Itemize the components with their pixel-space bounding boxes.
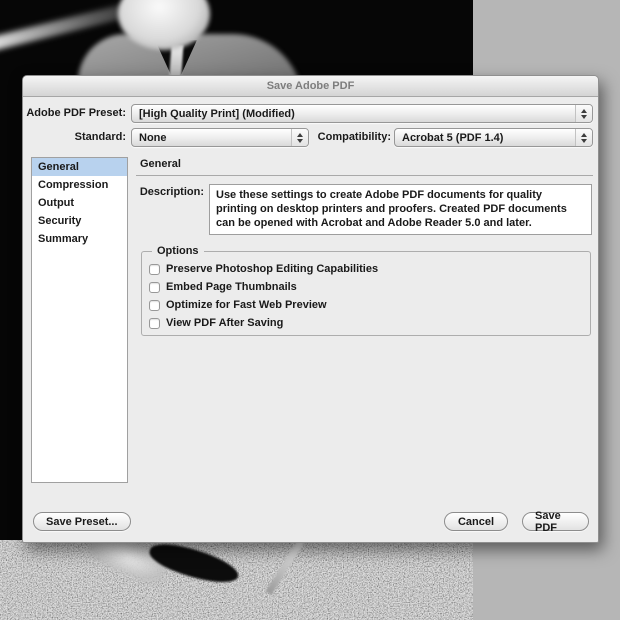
desktop-background: Save Adobe PDF Adobe PDF Preset: [High Q… xyxy=(0,0,620,620)
save-preset-button[interactable]: Save Preset... xyxy=(33,512,131,531)
standard-label: Standard: xyxy=(74,131,126,143)
dialog-title: Save Adobe PDF xyxy=(266,80,355,92)
compatibility-select[interactable]: Acrobat 5 (PDF 1.4) xyxy=(394,128,593,147)
checkbox-label: Optimize for Fast Web Preview xyxy=(166,299,327,311)
sidebar-item-general[interactable]: General xyxy=(32,158,127,176)
adobe-pdf-preset-select[interactable]: [High Quality Print] (Modified) xyxy=(131,104,593,123)
checkbox-row-embed-thumbnails[interactable]: Embed Page Thumbnails xyxy=(149,280,297,294)
options-legend: Options xyxy=(152,245,204,257)
description-textbox[interactable]: Use these settings to create Adobe PDF d… xyxy=(209,184,592,235)
checkbox-optimize-web-preview[interactable] xyxy=(149,299,160,311)
sidebar-item-compression[interactable]: Compression xyxy=(32,176,127,194)
checkbox-label: Preserve Photoshop Editing Capabilities xyxy=(166,263,379,275)
sidebar-item-output[interactable]: Output xyxy=(32,194,127,212)
adobe-pdf-preset-label: Adobe PDF Preset: xyxy=(26,107,126,119)
cancel-button[interactable]: Cancel xyxy=(444,512,508,531)
checkbox-row-view-pdf-after-saving[interactable]: View PDF After Saving xyxy=(149,316,283,330)
checkbox-row-optimize-web-preview[interactable]: Optimize for Fast Web Preview xyxy=(149,298,327,312)
settings-category-list: General Compression Output Security Summ… xyxy=(31,157,128,483)
popup-stepper-icon xyxy=(575,129,592,146)
sidebar-item-summary[interactable]: Summary xyxy=(32,230,127,248)
dialog-titlebar[interactable]: Save Adobe PDF xyxy=(23,76,598,97)
save-adobe-pdf-dialog: Save Adobe PDF Adobe PDF Preset: [High Q… xyxy=(22,75,599,543)
standard-select[interactable]: None xyxy=(131,128,309,147)
standard-value: None xyxy=(139,131,167,144)
options-group: Options Preserve Photoshop Editing Capab… xyxy=(141,245,591,336)
checkbox-embed-thumbnails[interactable] xyxy=(149,281,160,293)
compatibility-label: Compatibility: xyxy=(317,131,391,143)
photo-grass xyxy=(0,526,473,620)
save-pdf-button[interactable]: Save PDF xyxy=(522,510,589,534)
adobe-pdf-preset-value: [High Quality Print] (Modified) xyxy=(139,107,295,120)
popup-stepper-icon xyxy=(291,129,308,146)
checkbox-label: View PDF After Saving xyxy=(166,317,284,329)
grass-noise-texture xyxy=(0,540,473,620)
compatibility-value: Acrobat 5 (PDF 1.4) xyxy=(402,131,504,144)
description-label: Description: xyxy=(139,186,204,198)
panel-heading: General xyxy=(140,158,181,170)
checkbox-preserve-editing[interactable] xyxy=(149,263,160,275)
checkbox-label: Embed Page Thumbnails xyxy=(166,281,297,293)
popup-stepper-icon xyxy=(575,105,592,122)
sidebar-item-security[interactable]: Security xyxy=(32,212,127,230)
checkbox-view-pdf-after-saving[interactable] xyxy=(149,317,160,329)
checkbox-row-preserve-editing[interactable]: Preserve Photoshop Editing Capabilities xyxy=(149,262,378,276)
panel-divider xyxy=(136,175,593,176)
